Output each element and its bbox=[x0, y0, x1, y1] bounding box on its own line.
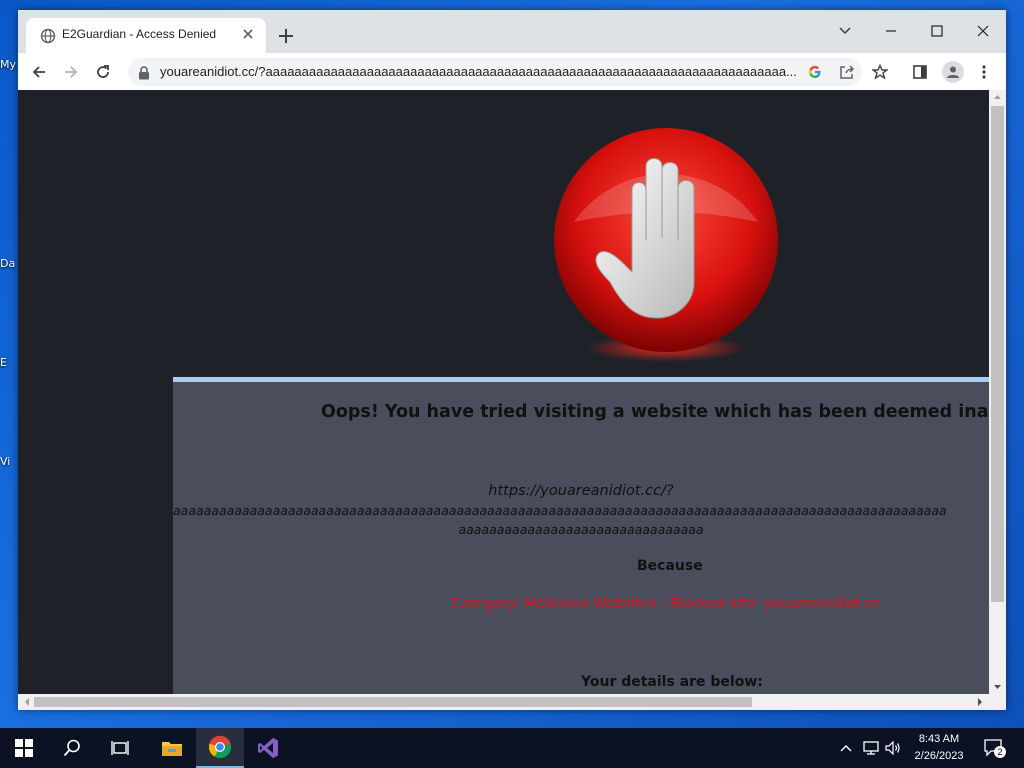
details-heading: Your details are below: bbox=[581, 674, 763, 690]
scroll-up-icon[interactable] bbox=[989, 90, 1006, 104]
chevron-up-icon[interactable] bbox=[838, 740, 854, 756]
blocked-url-line: aaaaaaaaaaaaaaaaaaaaaaaaaaaaaaaaaaaaaaaa… bbox=[173, 503, 947, 518]
desktop-icon-vi[interactable]: Vi bbox=[0, 455, 20, 468]
blocked-url: https://youareanidiot.cc/? aaaaaaaaaaaaa… bbox=[173, 482, 989, 539]
desktop-icon-my[interactable]: My bbox=[0, 58, 20, 71]
toolbar: youareanidiot.cc/?aaaaaaaaaaaaaaaaaaaaaa… bbox=[18, 53, 1006, 91]
page-title: Oops! You have tried visiting a website … bbox=[321, 402, 989, 422]
scroll-right-icon[interactable] bbox=[973, 694, 987, 710]
scroll-down-icon[interactable] bbox=[989, 680, 1006, 694]
globe-icon bbox=[40, 28, 56, 44]
search-icon[interactable] bbox=[48, 728, 96, 768]
tab-access-denied[interactable]: E2Guardian - Access Denied bbox=[26, 18, 266, 53]
notification-icon[interactable]: 2 bbox=[982, 738, 1006, 758]
system-clock[interactable]: 8:43 AM 2/26/2023 bbox=[898, 731, 980, 765]
scroll-left-icon[interactable] bbox=[20, 694, 34, 710]
forward-icon[interactable] bbox=[58, 59, 84, 85]
page-viewport: Oops! You have tried visiting a website … bbox=[18, 90, 989, 694]
visual-studio-icon[interactable] bbox=[244, 728, 292, 768]
maximize-icon[interactable] bbox=[922, 16, 952, 46]
desktop-icon-da[interactable]: Da bbox=[0, 257, 20, 270]
close-icon[interactable] bbox=[240, 26, 256, 42]
horizontal-scroll-thumb[interactable] bbox=[34, 697, 752, 707]
stop-hand-icon bbox=[550, 122, 782, 362]
block-reason: Category: Malicious Websites - Blocked s… bbox=[451, 596, 881, 612]
share-icon[interactable] bbox=[838, 63, 856, 81]
horizontal-scrollbar[interactable] bbox=[18, 694, 1006, 710]
desktop-icon-e[interactable]: E bbox=[0, 356, 20, 369]
clock-time: 8:43 AM bbox=[918, 733, 960, 745]
tab-strip: E2Guardian - Access Denied bbox=[18, 10, 1006, 53]
clock-date: 2/26/2023 bbox=[914, 750, 964, 762]
window-close-icon[interactable] bbox=[968, 16, 998, 46]
file-explorer-icon[interactable] bbox=[148, 728, 196, 768]
address-bar[interactable]: youareanidiot.cc/?aaaaaaaaaaaaaaaaaaaaaa… bbox=[128, 58, 862, 86]
blocked-url-line: https://youareanidiot.cc/? bbox=[488, 483, 674, 499]
tab-title: E2Guardian - Access Denied bbox=[62, 27, 217, 41]
reload-icon[interactable] bbox=[90, 59, 116, 85]
browser-window: E2Guardian - Access Denied youareanidiot… bbox=[18, 10, 1006, 710]
vertical-scroll-thumb[interactable] bbox=[991, 106, 1004, 602]
taskview-icon[interactable] bbox=[96, 728, 144, 768]
back-icon[interactable] bbox=[26, 59, 52, 85]
minimize-icon[interactable] bbox=[876, 16, 906, 46]
chrome-icon[interactable] bbox=[196, 728, 244, 768]
blocked-url-line: aaaaaaaaaaaaaaaaaaaaaaaaaaaaaaaa bbox=[458, 522, 704, 537]
url-text[interactable]: youareanidiot.cc/?aaaaaaaaaaaaaaaaaaaaaa… bbox=[160, 64, 800, 79]
profile-icon[interactable] bbox=[942, 61, 964, 83]
windows-start-icon[interactable] bbox=[0, 728, 48, 768]
google-icon[interactable] bbox=[806, 63, 824, 81]
menu-icon[interactable] bbox=[974, 62, 994, 82]
notification-count: 2 bbox=[994, 746, 1006, 758]
chevron-down-icon[interactable] bbox=[830, 16, 860, 46]
vertical-scrollbar[interactable] bbox=[989, 90, 1006, 694]
block-message-panel: Oops! You have tried visiting a website … bbox=[173, 377, 989, 694]
taskbar: 8:43 AM 2/26/2023 2 bbox=[0, 728, 1024, 768]
because-label: Because bbox=[637, 558, 703, 574]
plus-icon[interactable] bbox=[276, 26, 296, 46]
star-icon[interactable] bbox=[870, 62, 890, 82]
network-icon[interactable] bbox=[862, 740, 880, 756]
sidepanel-icon[interactable] bbox=[910, 62, 930, 82]
lock-icon[interactable] bbox=[138, 65, 150, 80]
